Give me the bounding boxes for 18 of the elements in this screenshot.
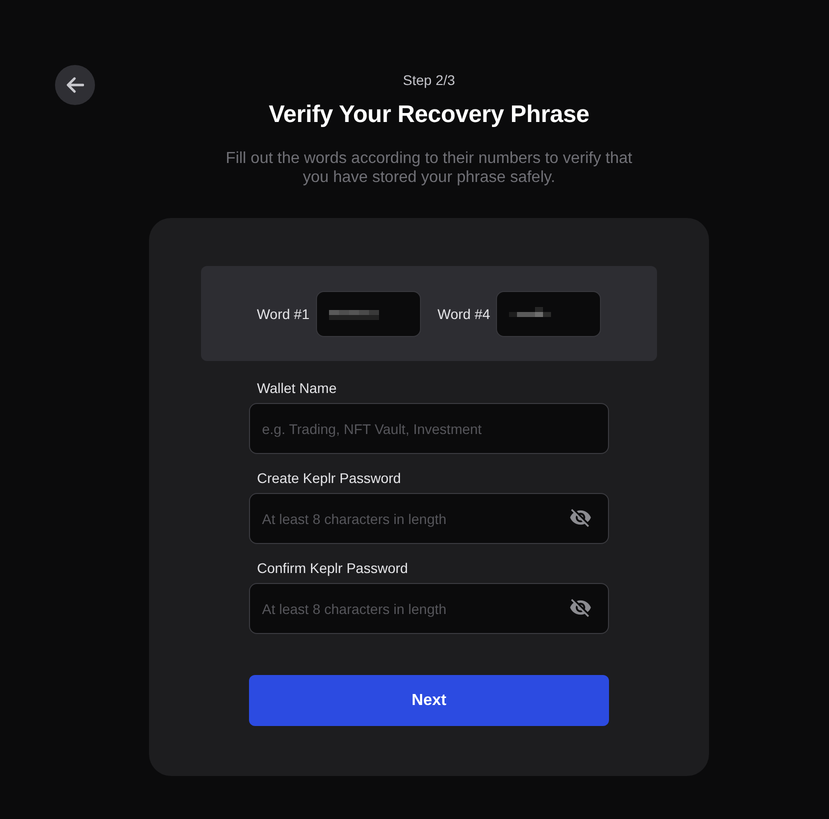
field-label: Create Keplr Password	[256, 470, 401, 487]
arrow-left-icon	[66, 77, 84, 93]
password-field[interactable]: At least 8 characters in length	[249, 583, 609, 634]
back-button[interactable]	[55, 65, 95, 105]
text-field[interactable]: e.g. Trading, NFT Vault, Investment	[249, 403, 609, 454]
field-label: Confirm Keplr Password	[256, 560, 408, 577]
password-field[interactable]: At least 8 characters in length	[249, 493, 609, 544]
next-button[interactable]: Next	[249, 675, 609, 726]
instruction-text: Fill out the words according to their numbers to verify that you have stored your phrase safely.	[224, 149, 634, 187]
word-label: Word #1	[256, 306, 310, 322]
field-label: Wallet Name	[256, 380, 337, 397]
eye-slash-icon[interactable]	[570, 509, 591, 527]
step-indicator: Step 2/3	[402, 72, 456, 89]
word-input-field[interactable]	[496, 290, 602, 336]
eye-slash-icon[interactable]	[570, 599, 591, 617]
word-input-field[interactable]	[316, 290, 420, 336]
word-label: Word #4	[438, 306, 490, 322]
page-title: Verify Your Recovery Phrase	[268, 100, 590, 130]
